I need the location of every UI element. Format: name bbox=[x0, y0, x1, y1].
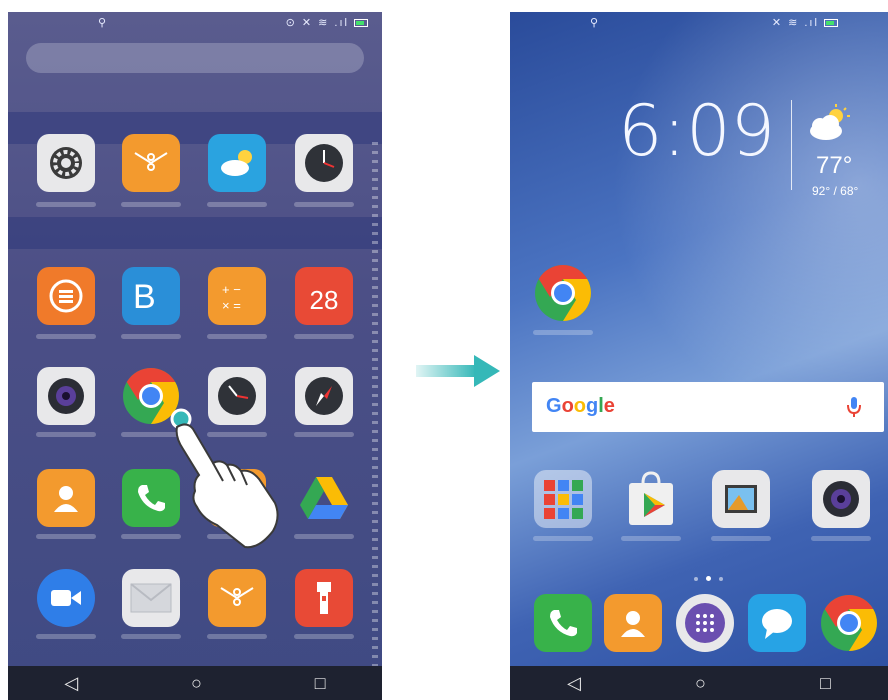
app-label bbox=[533, 536, 593, 541]
dock-messaging-icon[interactable] bbox=[748, 594, 806, 652]
camera-app-icon[interactable] bbox=[812, 470, 870, 528]
section-header bbox=[8, 217, 382, 249]
alphabet-scroll-index[interactable] bbox=[372, 142, 378, 682]
svg-text:B: B bbox=[133, 278, 156, 316]
home-icon[interactable]: ○ bbox=[695, 674, 706, 692]
navigation-bar: ◁ ○ □ bbox=[8, 666, 382, 700]
app-label bbox=[294, 202, 354, 207]
chrome-shortcut-icon[interactable] bbox=[534, 264, 592, 322]
usb-icon: ⚲ bbox=[98, 17, 107, 29]
app-label bbox=[533, 330, 593, 335]
app-label bbox=[36, 432, 96, 437]
app-label bbox=[294, 432, 354, 437]
dock-phone-icon[interactable] bbox=[534, 594, 592, 652]
back-icon[interactable]: ◁ bbox=[64, 674, 78, 692]
status-icons: ✕ ≋ .ıl bbox=[772, 16, 838, 29]
calculator-app-icon[interactable]: + − × = bbox=[208, 267, 266, 325]
page-indicator[interactable] bbox=[690, 568, 727, 586]
duo-app-icon[interactable] bbox=[37, 569, 95, 627]
app-label bbox=[207, 634, 267, 639]
dock-contacts-icon[interactable] bbox=[604, 594, 662, 652]
calendar-day: 28 bbox=[309, 284, 339, 315]
weather-temperature[interactable]: 77° bbox=[816, 152, 852, 180]
weather-range: 92° / 68° bbox=[812, 184, 859, 198]
gallery-app-icon[interactable] bbox=[712, 470, 770, 528]
app-label bbox=[294, 534, 354, 539]
home-icon[interactable]: ○ bbox=[191, 674, 202, 692]
svg-text:× =: × = bbox=[222, 298, 241, 313]
app-label bbox=[621, 536, 681, 541]
clock-app-icon[interactable] bbox=[295, 134, 353, 192]
right-phone-screen: ⚲ ✕ ≋ .ıl 6:09 77° 92° / 68° Google ◁ ○ … bbox=[510, 12, 888, 700]
transition-arrow-icon bbox=[416, 355, 500, 387]
clock-widget-time[interactable]: 6:09 bbox=[618, 90, 775, 172]
app-label bbox=[36, 634, 96, 639]
app-label bbox=[36, 202, 96, 207]
status-icons: ⊙ ✕ ≋ .ıl bbox=[286, 16, 368, 29]
file-manager-app-icon[interactable] bbox=[122, 134, 180, 192]
google-search-widget[interactable]: Google bbox=[532, 382, 884, 432]
backup-app-icon[interactable] bbox=[37, 267, 95, 325]
app-label bbox=[207, 334, 267, 339]
files-app-icon[interactable] bbox=[208, 569, 266, 627]
app-search-bar[interactable] bbox=[26, 43, 364, 73]
battery-icon bbox=[354, 19, 368, 27]
microphone-icon[interactable] bbox=[846, 395, 862, 419]
widget-divider bbox=[791, 100, 792, 190]
compass-app-icon[interactable] bbox=[295, 367, 353, 425]
beta-app-icon[interactable]: B bbox=[122, 267, 180, 325]
flashlight-app-icon[interactable] bbox=[295, 569, 353, 627]
google-folder-icon[interactable] bbox=[534, 470, 592, 528]
svg-text:+ −: + − bbox=[222, 282, 241, 297]
dock-chrome-icon[interactable] bbox=[820, 594, 878, 652]
status-bar: ⚲ ✕ ≋ .ıl bbox=[510, 12, 888, 34]
play-store-icon[interactable] bbox=[622, 470, 680, 528]
app-label bbox=[121, 634, 181, 639]
contacts-app-icon[interactable] bbox=[37, 469, 95, 527]
app-label bbox=[711, 536, 771, 541]
weather-app-icon[interactable] bbox=[208, 134, 266, 192]
recents-icon[interactable]: □ bbox=[315, 674, 326, 692]
drive-app-icon[interactable] bbox=[295, 469, 353, 527]
navigation-bar: ◁ ○ □ bbox=[510, 666, 888, 700]
calendar-app-icon[interactable]: 28 bbox=[295, 267, 353, 325]
hand-pointer-icon bbox=[170, 408, 279, 549]
app-label bbox=[207, 202, 267, 207]
app-label bbox=[121, 334, 181, 339]
settings-app-icon[interactable] bbox=[37, 134, 95, 192]
app-label bbox=[121, 202, 181, 207]
app-label bbox=[294, 634, 354, 639]
left-phone-screen: ⚲ ⊙ ✕ ≋ .ıl B + − × = 28 ◁ ○ □ bbox=[8, 12, 382, 700]
usb-icon: ⚲ bbox=[590, 17, 599, 29]
partly-cloudy-icon bbox=[810, 104, 850, 140]
back-icon[interactable]: ◁ bbox=[567, 674, 581, 692]
app-drawer-icon[interactable] bbox=[676, 594, 734, 652]
email-app-icon[interactable] bbox=[122, 569, 180, 627]
app-label bbox=[36, 334, 96, 339]
battery-icon bbox=[824, 19, 838, 27]
recents-icon[interactable]: □ bbox=[820, 674, 831, 692]
google-logo: Google bbox=[546, 395, 615, 417]
status-bar: ⚲ ⊙ ✕ ≋ .ıl bbox=[8, 12, 382, 34]
camera-app-icon[interactable] bbox=[37, 367, 95, 425]
app-label bbox=[294, 334, 354, 339]
app-label bbox=[811, 536, 871, 541]
app-label bbox=[36, 534, 96, 539]
